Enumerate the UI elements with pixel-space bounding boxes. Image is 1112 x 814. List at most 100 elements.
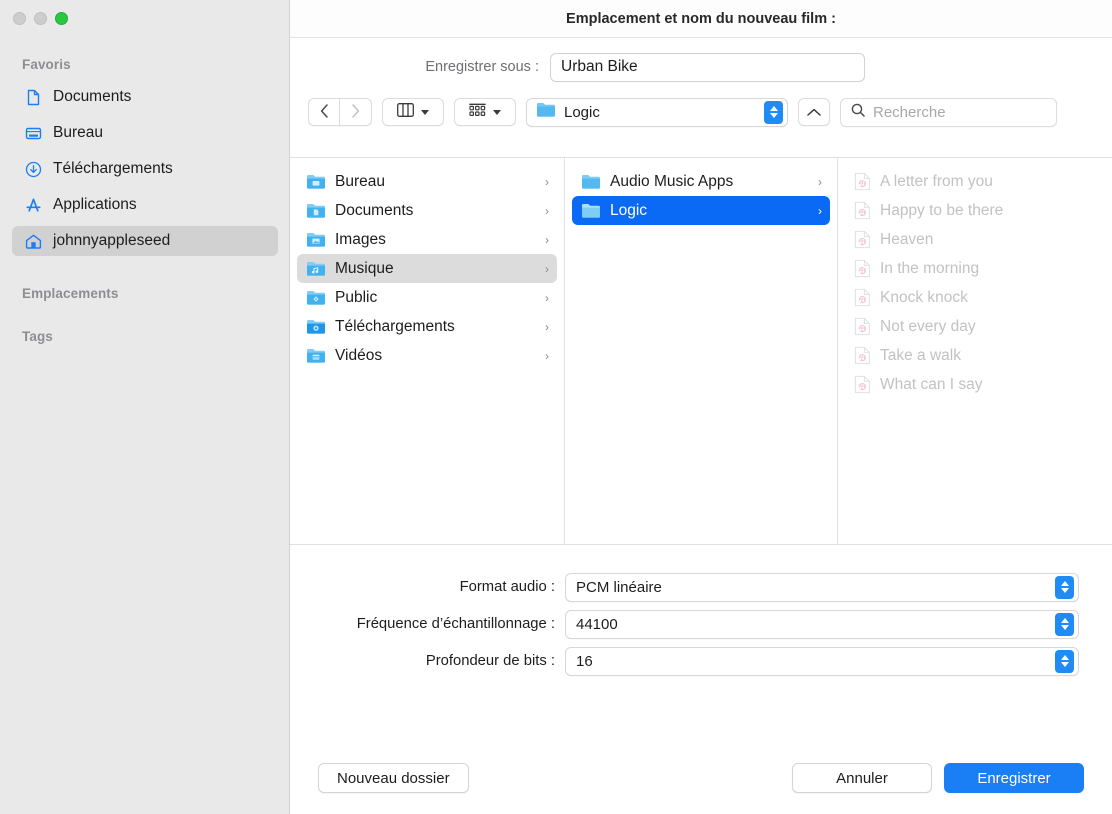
folder-documents-icon <box>306 202 326 219</box>
sidebar-item-label: Téléchargements <box>53 160 173 178</box>
audio-file-icon <box>854 346 871 365</box>
chevron-right-icon: › <box>545 320 549 334</box>
list-item-label: Happy to be there <box>880 202 1097 220</box>
go-up-button[interactable] <box>798 98 830 126</box>
list-item[interactable]: Knock knock <box>845 283 1105 312</box>
option-value: 16 <box>576 653 593 670</box>
sidebar-item-documents[interactable]: Documents <box>12 82 278 112</box>
minimize-button[interactable] <box>34 12 47 25</box>
list-item[interactable]: Bureau › <box>297 167 557 196</box>
forward-button[interactable] <box>340 98 372 126</box>
list-item[interactable]: Not every day <box>845 312 1105 341</box>
group-items-button[interactable] <box>454 98 516 126</box>
list-item[interactable]: A letter from you <box>845 167 1105 196</box>
download-icon <box>24 160 43 179</box>
list-item-label: Musique <box>335 260 536 278</box>
stepper-updown-icon[interactable] <box>1055 576 1074 599</box>
list-item[interactable]: Logic › <box>572 196 830 225</box>
search-input[interactable]: Recherche <box>840 98 1057 127</box>
list-item-label: Logic <box>610 202 809 220</box>
chevron-right-icon: › <box>545 291 549 305</box>
option-row-audio-format: Format audio : PCM linéaire <box>290 572 1112 602</box>
list-item-label: What can I say <box>880 376 1097 394</box>
audio-file-icon <box>854 201 871 220</box>
sample-rate-select[interactable]: 44100 <box>565 610 1079 639</box>
dialog-main: Emplacement et nom du nouveau film : Enr… <box>290 0 1112 814</box>
view-mode-button[interactable] <box>382 98 444 126</box>
list-item[interactable]: What can I say <box>845 370 1105 399</box>
toolbar: Logic Recherche <box>290 88 1112 136</box>
list-item[interactable]: Vidéos › <box>297 341 557 370</box>
sidebar-item-telechargements[interactable]: Téléchargements <box>12 154 278 184</box>
option-label: Profondeur de bits : <box>290 653 565 669</box>
audio-format-select[interactable]: PCM linéaire <box>565 573 1079 602</box>
stepper-updown-icon[interactable] <box>1055 613 1074 636</box>
sidebar-section-favoris: Favoris <box>0 57 71 72</box>
chevron-right-icon: › <box>818 204 822 218</box>
list-item[interactable]: Heaven <box>845 225 1105 254</box>
search-placeholder: Recherche <box>873 104 946 121</box>
option-value: PCM linéaire <box>576 579 662 596</box>
list-item[interactable]: Happy to be there <box>845 196 1105 225</box>
list-item-label: Images <box>335 231 536 249</box>
list-item-label: A letter from you <box>880 173 1097 191</box>
list-item-label: Take a walk <box>880 347 1097 365</box>
browser-column-musique[interactable]: Audio Music Apps › Logic › <box>565 158 838 544</box>
list-item[interactable]: Téléchargements › <box>297 312 557 341</box>
back-button[interactable] <box>308 98 340 126</box>
browser-column-home[interactable]: Bureau › Documents › Images › Musique › <box>290 158 565 544</box>
new-folder-button[interactable]: Nouveau dossier <box>318 763 469 793</box>
folder-icon <box>581 173 601 190</box>
search-icon <box>851 103 865 122</box>
sidebar-item-bureau[interactable]: Bureau <box>12 118 278 148</box>
sidebar-item-applications[interactable]: Applications <box>12 190 278 220</box>
save-button[interactable]: Enregistrer <box>944 763 1084 793</box>
column-view-icon <box>397 103 414 122</box>
list-item[interactable]: In the morning <box>845 254 1105 283</box>
stepper-updown-icon[interactable] <box>764 101 783 124</box>
chevron-right-icon: › <box>545 262 549 276</box>
chevron-up-icon <box>807 105 821 120</box>
chevron-down-icon <box>493 110 501 115</box>
list-item-label: Public <box>335 289 536 307</box>
list-item[interactable]: Images › <box>297 225 557 254</box>
save-as-row: Enregistrer sous : Urban Bike <box>290 38 1112 88</box>
bit-depth-select[interactable]: 16 <box>565 647 1079 676</box>
folder-icon <box>581 202 601 219</box>
chevron-right-icon: › <box>545 233 549 247</box>
desktop-icon <box>24 124 43 143</box>
path-popup-button[interactable]: Logic <box>526 98 788 127</box>
save-dialog-window: Favoris Documents Bureau Téléchargements <box>0 0 1112 814</box>
folder-downloads-icon <box>306 318 326 335</box>
option-row-sample-rate: Fréquence d’échantillonnage : 44100 <box>290 609 1112 639</box>
sidebar-item-label: Bureau <box>53 124 103 142</box>
list-item[interactable]: Documents › <box>297 196 557 225</box>
list-item[interactable]: Take a walk <box>845 341 1105 370</box>
folder-public-icon <box>306 289 326 306</box>
navigation-buttons <box>308 98 372 126</box>
audio-file-icon <box>854 172 871 191</box>
list-item-label: Documents <box>335 202 536 220</box>
sidebar-item-label: Documents <box>53 88 131 106</box>
list-item[interactable]: Public › <box>297 283 557 312</box>
sidebar-item-johnnyappleseed[interactable]: johnnyappleseed <box>12 226 278 256</box>
folder-movies-icon <box>306 347 326 364</box>
chevron-right-icon: › <box>545 349 549 363</box>
browser-column-logic[interactable]: A letter from you Happy to be there Heav… <box>838 158 1112 544</box>
group-items-icon <box>469 103 486 122</box>
path-popup-label: Logic <box>564 104 764 121</box>
list-item-label: Not every day <box>880 318 1097 336</box>
save-as-input[interactable]: Urban Bike <box>550 53 865 82</box>
stepper-updown-icon[interactable] <box>1055 650 1074 673</box>
list-item-label: Audio Music Apps <box>610 173 809 191</box>
list-item[interactable]: Musique › <box>297 254 557 283</box>
option-label: Fréquence d’échantillonnage : <box>290 616 565 632</box>
audio-file-icon <box>854 317 871 336</box>
zoom-button[interactable] <box>55 12 68 25</box>
close-button[interactable] <box>13 12 26 25</box>
cancel-button[interactable]: Annuler <box>792 763 932 793</box>
chevron-right-icon <box>351 104 360 120</box>
audio-file-icon <box>854 230 871 249</box>
folder-music-icon <box>306 260 326 277</box>
list-item[interactable]: Audio Music Apps › <box>572 167 830 196</box>
